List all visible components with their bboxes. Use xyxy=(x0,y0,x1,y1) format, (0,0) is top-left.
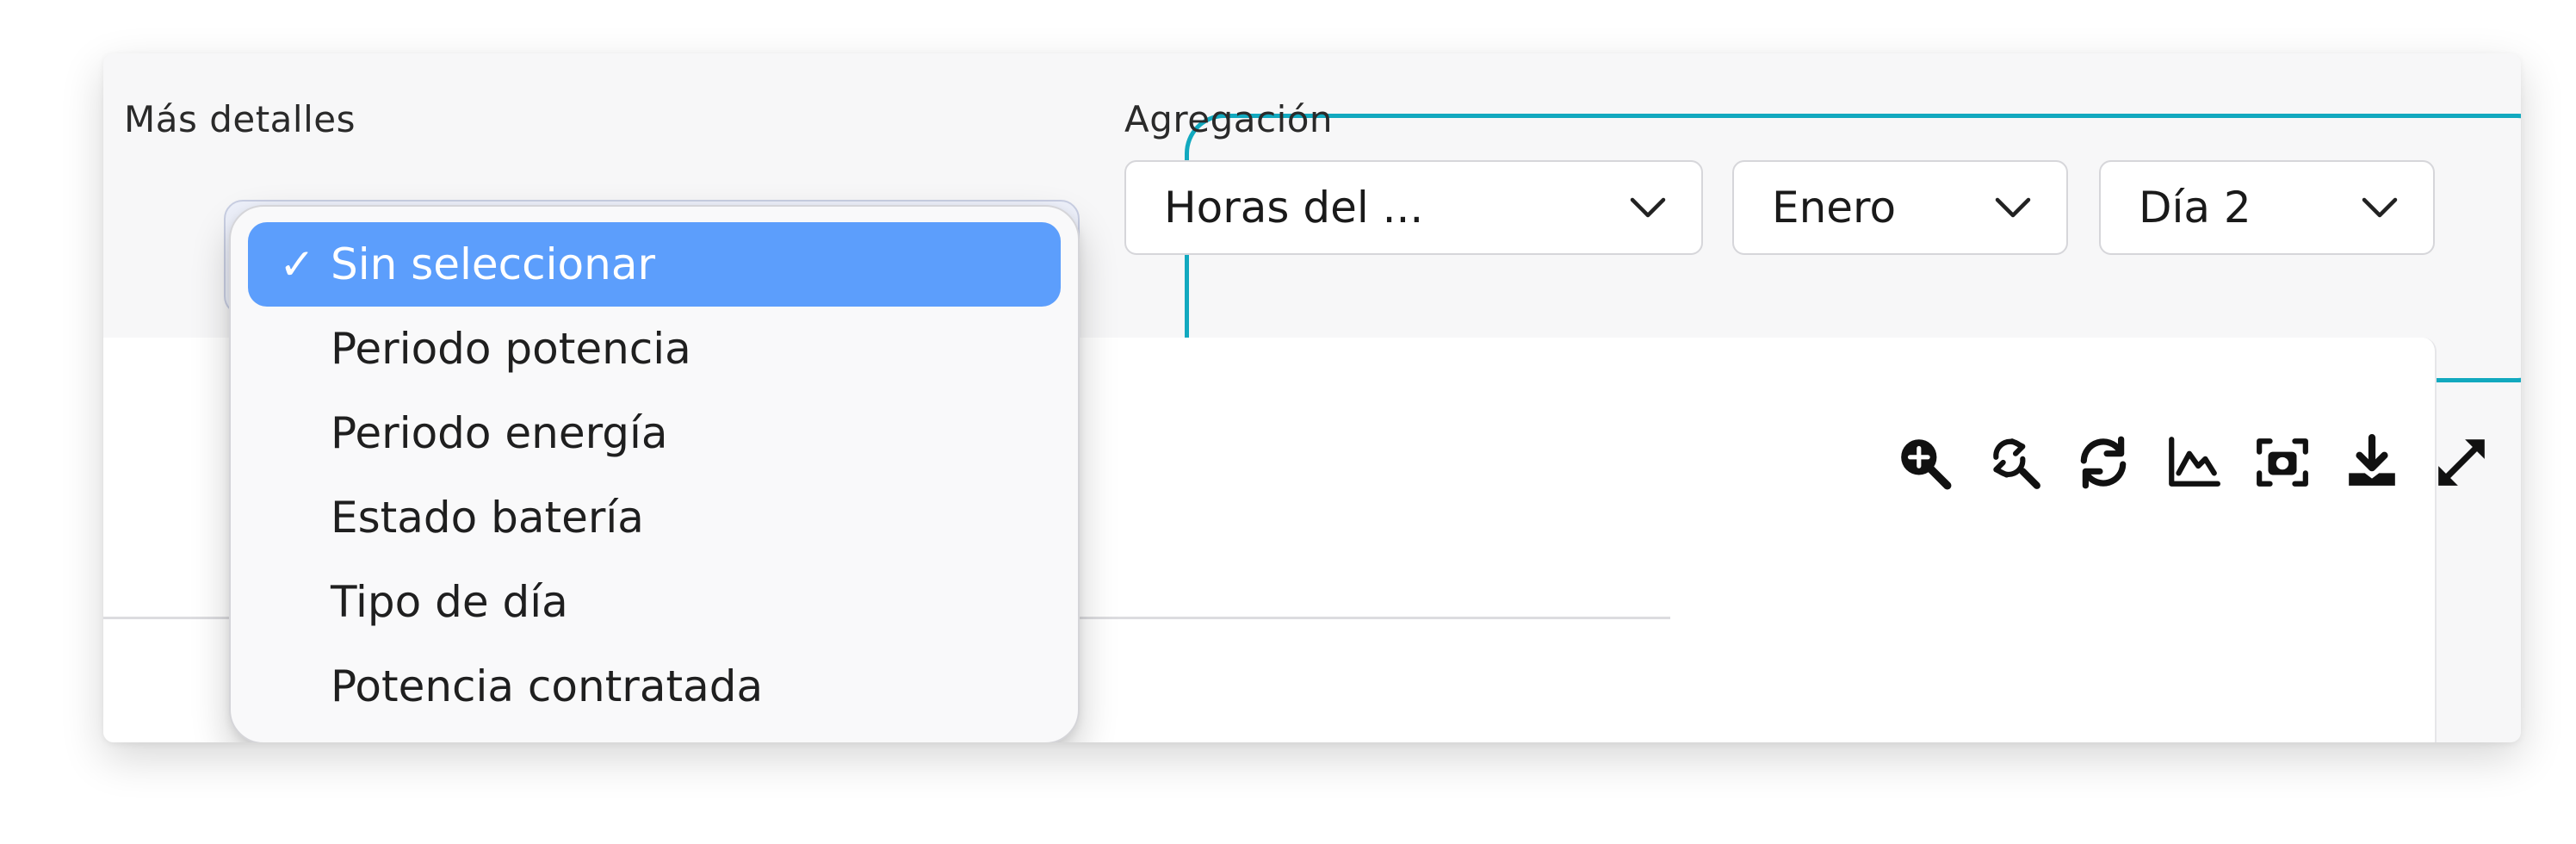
aggregation-month-select[interactable]: Enero xyxy=(1732,160,2068,255)
zoom-reset-button[interactable] xyxy=(1984,432,2044,493)
option-potencia-contratada[interactable]: Potencia contratada xyxy=(248,644,1061,729)
option-tipo-de-dia[interactable]: Tipo de día xyxy=(248,560,1061,644)
option-label: Potencia contratada xyxy=(331,661,764,711)
option-periodo-energia[interactable]: Periodo energía xyxy=(248,391,1061,475)
chart-type-button[interactable] xyxy=(2163,432,2223,493)
aggregation-label: Agregación xyxy=(1124,98,1334,140)
screenshot-icon xyxy=(2257,438,2308,487)
option-label: Periodo potencia xyxy=(331,324,691,374)
screenshot-button[interactable] xyxy=(2252,432,2313,493)
option-periodo-potencia[interactable]: Periodo potencia xyxy=(248,307,1061,391)
details-label: Más detalles xyxy=(124,98,356,140)
zoom-in-icon xyxy=(1901,439,1952,490)
chevron-down-icon xyxy=(2362,197,2398,218)
option-sin-seleccionar[interactable]: ✓ Sin seleccionar xyxy=(248,222,1061,307)
details-dropdown-menu: ✓ Sin seleccionar Periodo potencia Perio… xyxy=(229,205,1080,742)
refresh-button[interactable] xyxy=(2073,432,2133,493)
chart-toolbar xyxy=(1894,432,2492,493)
option-label: Sin seleccionar xyxy=(331,239,656,289)
aggregation-hours-value: Horas del ... xyxy=(1164,183,1424,233)
download-button[interactable] xyxy=(2342,432,2402,493)
option-label: Estado batería xyxy=(331,493,644,543)
aggregation-day-select[interactable]: Día 2 xyxy=(2099,160,2435,255)
option-estado-bateria[interactable]: Estado batería xyxy=(248,475,1061,560)
zoom-in-button[interactable] xyxy=(1894,432,1954,493)
chart-icon xyxy=(2169,437,2220,487)
zoom-reset-icon xyxy=(1993,438,2040,489)
chevron-down-icon xyxy=(1630,197,1666,218)
checkmark-icon: ✓ xyxy=(279,239,315,289)
chevron-down-icon xyxy=(1995,197,2031,218)
aggregation-day-value: Día 2 xyxy=(2139,183,2251,233)
refresh-icon xyxy=(2080,436,2127,489)
option-label: Periodo energía xyxy=(331,408,668,458)
aggregation-hours-select[interactable]: Horas del ... xyxy=(1124,160,1703,255)
option-label: Tipo de día xyxy=(331,577,568,627)
aggregation-month-value: Enero xyxy=(1772,183,1897,233)
fullscreen-button[interactable] xyxy=(2431,432,2492,493)
app-window: Más detalles Agregación Horas del ... En… xyxy=(103,53,2521,742)
download-icon xyxy=(2349,434,2395,486)
fullscreen-icon xyxy=(2438,439,2485,486)
